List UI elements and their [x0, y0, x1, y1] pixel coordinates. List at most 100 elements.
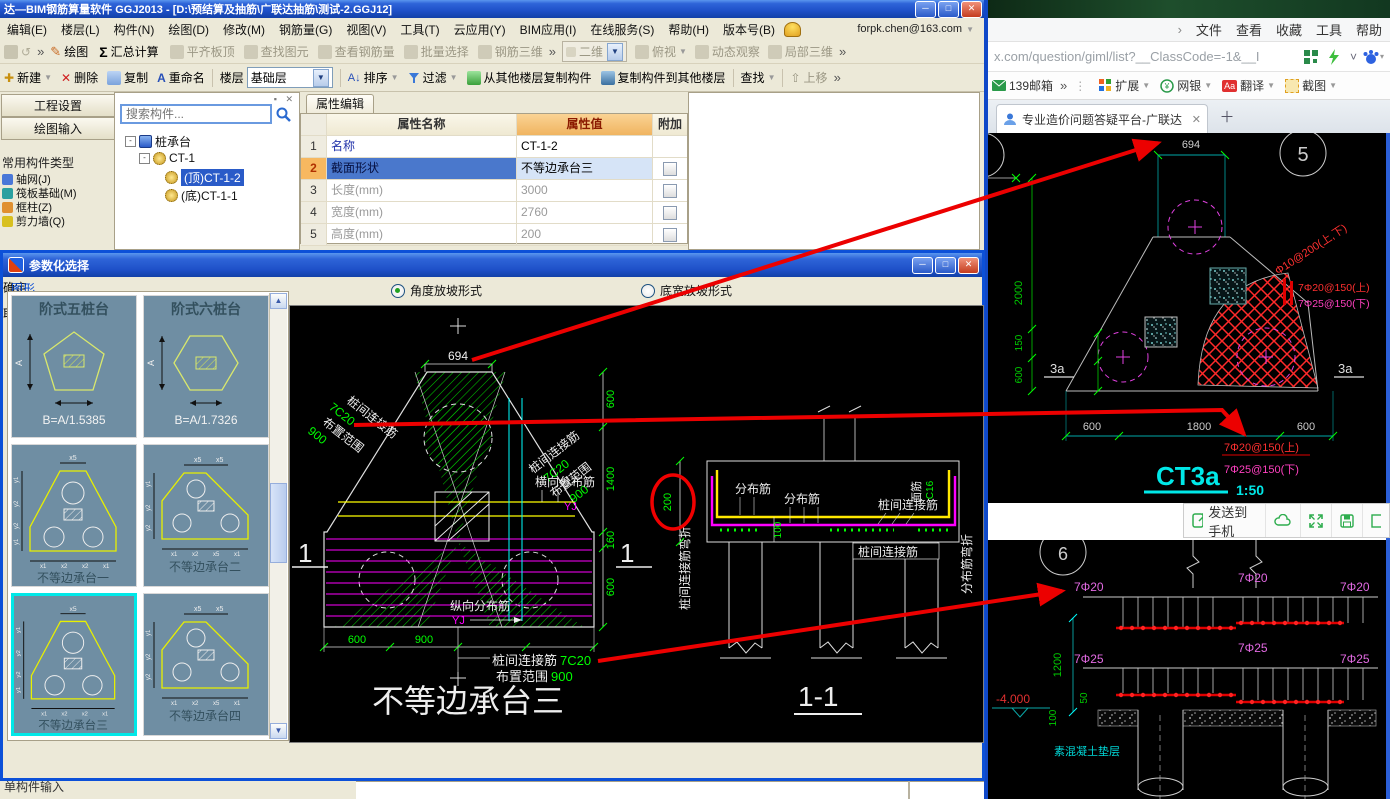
- overflow-icon[interactable]: »: [1060, 78, 1067, 93]
- batch-select-button[interactable]: 批量选择: [421, 43, 469, 60]
- account-dropdown[interactable]: forpk.chen@163.com ▼: [857, 23, 974, 35]
- pane-pin-close-icons[interactable]: ▪ ✕: [274, 94, 296, 105]
- tab-active[interactable]: 专业造价问题答疑平台-广联达 ✕: [996, 104, 1208, 133]
- property-row-shape[interactable]: 2 截面形状 不等边承台三: [301, 158, 687, 180]
- browser-menu-tools[interactable]: 工具: [1316, 20, 1342, 39]
- more-button[interactable]: [1363, 504, 1389, 537]
- cloud-save-button[interactable]: [1266, 504, 1301, 537]
- screenshot-button[interactable]: 截图 ▼: [1285, 77, 1337, 94]
- align-slab-button[interactable]: 平齐板顶: [187, 43, 235, 60]
- menu-component[interactable]: 构件(N): [107, 19, 162, 40]
- address-bar[interactable]: x.com/question/giml/list?__ClassCode=-1&…: [988, 42, 1390, 72]
- collapse-icon[interactable]: -: [139, 152, 150, 164]
- draw-input-button[interactable]: 绘图输入: [1, 117, 115, 140]
- floor-combo[interactable]: 基础层 ▼: [246, 67, 333, 88]
- copy-button[interactable]: 复制: [124, 69, 148, 86]
- browser-menu-help[interactable]: 帮助: [1356, 20, 1382, 39]
- qr-code-icon[interactable]: [1303, 49, 1319, 65]
- orbit-button[interactable]: 动态观察: [712, 43, 760, 60]
- sidebar-item-shearwall[interactable]: 剪力墙(Q): [2, 214, 65, 228]
- shape-tile-step6[interactable]: 阶式六桩台 A B=A/1.7326: [143, 295, 269, 438]
- scroll-down-icon[interactable]: ▼: [270, 723, 287, 739]
- filter-button[interactable]: 过滤: [423, 69, 447, 86]
- draw-button[interactable]: 绘图: [64, 43, 88, 60]
- sidebar-item-raft[interactable]: 筏板基础(M): [2, 186, 77, 200]
- rebar-3d-button[interactable]: 钢筋三维: [495, 43, 543, 60]
- menu-draw[interactable]: 绘图(D): [161, 19, 216, 40]
- property-row-length[interactable]: 3 长度(mm) 3000: [301, 180, 687, 202]
- checkbox[interactable]: [663, 205, 677, 220]
- copy-from-floor-button[interactable]: 从其他楼层复制构件: [484, 69, 592, 86]
- local-3d-button[interactable]: 局部三维: [785, 43, 833, 60]
- fullscreen-button[interactable]: [1301, 504, 1332, 537]
- property-row-name[interactable]: 1 名称 CT-1-2: [301, 136, 687, 158]
- view-rebar-button[interactable]: 查看钢筋量: [335, 43, 395, 60]
- toolbar-overflow-icon[interactable]: »: [839, 44, 846, 59]
- property-row-height[interactable]: 5 高度(mm) 200: [301, 224, 687, 246]
- cad-preview-canvas[interactable]: 694 600 1400 160 600 600 900 1 1 桩间连接筋 7…: [289, 305, 984, 743]
- scrollbar-thumb[interactable]: [270, 483, 287, 563]
- browser-menu-view[interactable]: 查看: [1236, 20, 1262, 39]
- tree-node-ct1-1[interactable]: (底)CT-1-1: [165, 187, 238, 204]
- menu-cloud[interactable]: 云应用(Y): [447, 19, 513, 40]
- view-mode-combo[interactable]: 二维 ▼: [561, 41, 627, 62]
- tree-root[interactable]: - 桩承台: [125, 133, 191, 150]
- drawing-canvas[interactable]: [688, 92, 980, 250]
- search-icon[interactable]: [275, 106, 293, 124]
- radio-angle-slope[interactable]: 角度放坡形式: [391, 282, 482, 299]
- project-settings-button[interactable]: 工程设置: [1, 94, 115, 117]
- checkbox[interactable]: [663, 183, 677, 198]
- sort-button[interactable]: 排序: [364, 69, 388, 86]
- menu-help[interactable]: 帮助(H): [661, 19, 716, 40]
- menu-view[interactable]: 视图(V): [339, 19, 393, 40]
- find-element-button[interactable]: 查找图元: [261, 43, 309, 60]
- rename-button[interactable]: 重命名: [169, 69, 205, 86]
- minimize-button[interactable]: ─: [915, 0, 936, 18]
- browser-menu-favorites[interactable]: 收藏: [1276, 20, 1302, 39]
- menu-rebar[interactable]: 钢筋量(G): [272, 19, 339, 40]
- send-to-phone-button[interactable]: 发送到手机: [1184, 504, 1266, 539]
- translate-button[interactable]: Aa 翻译 ▼: [1222, 77, 1275, 94]
- url-text[interactable]: x.com/question/giml/list?__ClassCode=-1&…: [994, 49, 1299, 64]
- toolbar-overflow-icon[interactable]: »: [549, 44, 556, 59]
- toolbar-overflow-icon[interactable]: »: [37, 44, 44, 59]
- search-input[interactable]: [120, 104, 272, 124]
- search-button[interactable]: 查找: [741, 69, 765, 86]
- collapse-icon[interactable]: -: [125, 136, 136, 147]
- single-component-label[interactable]: 单构件输入: [4, 781, 64, 795]
- browser-menu-file[interactable]: 文件: [1196, 20, 1222, 39]
- chevron-down-icon[interactable]: ˅: [1350, 50, 1357, 64]
- menu-edit[interactable]: 编辑(E): [0, 19, 54, 40]
- menu-floor[interactable]: 楼层(L): [54, 19, 107, 40]
- tab-close-icon[interactable]: ✕: [1192, 113, 1201, 126]
- shape-tile-cap3-selected[interactable]: x5 y1 y2 y2 y1 x1 x2 x2 x1 不等边承台三: [11, 593, 137, 736]
- extensions-button[interactable]: 扩展 ▼: [1099, 77, 1150, 94]
- new-tab-button[interactable]: ＋: [1216, 108, 1238, 128]
- dialog-minimize-button[interactable]: ─: [912, 256, 933, 274]
- menu-modify[interactable]: 修改(M): [216, 19, 272, 40]
- close-button[interactable]: ✕: [961, 0, 982, 18]
- move-up-button[interactable]: 上移: [804, 69, 828, 86]
- menu-tools[interactable]: 工具(T): [393, 19, 446, 40]
- toolbar-overflow-icon[interactable]: »: [834, 70, 841, 85]
- dialog-maximize-button[interactable]: □: [935, 256, 956, 274]
- lightning-icon[interactable]: [1327, 48, 1341, 65]
- sidebar-item-column[interactable]: 框柱(Z): [2, 200, 52, 214]
- paw-icon[interactable]: [1362, 48, 1380, 66]
- new-button[interactable]: 新建: [17, 69, 41, 86]
- top-view-button[interactable]: 俯视: [652, 43, 676, 60]
- summary-calc-button[interactable]: 汇总计算: [111, 43, 159, 60]
- ebank-button[interactable]: ¥ 网银 ▼: [1160, 77, 1212, 94]
- menu-version[interactable]: 版本号(B): [716, 19, 782, 40]
- mail-139-button[interactable]: 139邮箱: [992, 77, 1053, 94]
- scrollbar[interactable]: ▲ ▼: [269, 293, 287, 739]
- radio-bottomwidth-slope[interactable]: 底宽放坡形式: [641, 282, 732, 299]
- maximize-button[interactable]: □: [938, 0, 959, 18]
- sidebar-item-axis[interactable]: 轴网(J): [2, 172, 51, 186]
- shape-tile-step5[interactable]: 阶式五桩台 A B=A/1.5385: [11, 295, 137, 438]
- save-icon[interactable]: [4, 44, 18, 59]
- checkbox[interactable]: [663, 227, 677, 242]
- menu-online[interactable]: 在线服务(S): [583, 19, 661, 40]
- menu-bim[interactable]: BIM应用(I): [513, 19, 584, 40]
- scroll-up-icon[interactable]: ▲: [270, 293, 287, 309]
